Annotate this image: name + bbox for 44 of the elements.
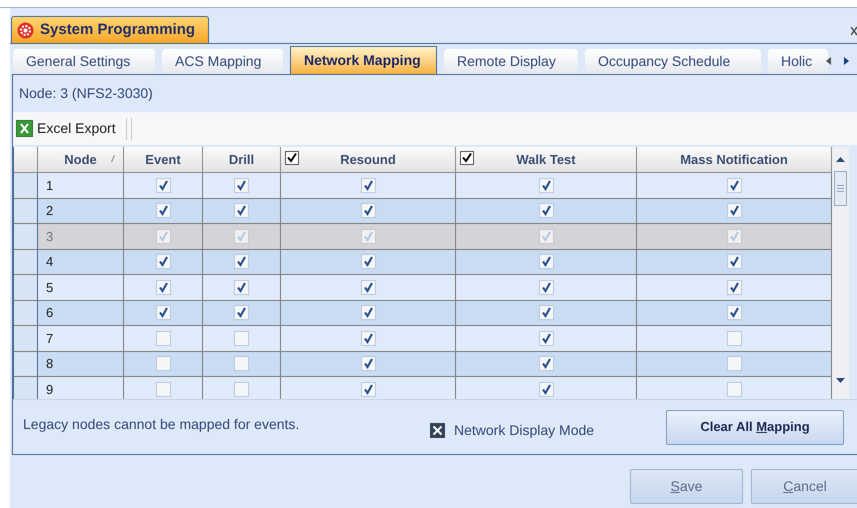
header-checkbox[interactable]	[460, 151, 474, 165]
scrollbar[interactable]	[832, 147, 849, 399]
table-cell: 5	[38, 275, 124, 300]
sort-icon	[111, 155, 115, 162]
table-cell: 7	[38, 326, 124, 352]
scroll-thumb[interactable]	[834, 171, 847, 206]
excel-export-button[interactable]: Excel Export	[16, 116, 116, 140]
table-cell: 2	[38, 198, 124, 224]
checkbox[interactable]	[430, 422, 445, 438]
row-header[interactable]	[14, 173, 38, 198]
row-header[interactable]	[14, 377, 38, 399]
row-header[interactable]	[14, 198, 38, 224]
table-cell: 1	[38, 173, 124, 198]
spreadsheet-icon	[16, 120, 33, 137]
scroll-up-icon[interactable]	[836, 157, 845, 162]
table-cell: 6	[38, 300, 124, 326]
window-title: System Programming	[11, 16, 209, 43]
row-header[interactable]	[14, 300, 38, 326]
row-header[interactable]	[14, 250, 38, 275]
tab[interactable]: Holic	[768, 49, 828, 74]
row-header[interactable]	[14, 352, 38, 377]
gear-icon	[17, 22, 34, 38]
tab[interactable]: General Settings	[13, 49, 155, 74]
table-cell: 4	[38, 250, 124, 275]
legacy-note: Legacy nodes cannot be mapped for events.	[23, 414, 300, 434]
tab[interactable]: ACS Mapping	[162, 49, 283, 74]
table-cell: 8	[38, 352, 124, 377]
tab[interactable]: Network Mapping	[290, 46, 437, 74]
header-checkbox[interactable]	[285, 151, 299, 165]
table-cell: 3	[38, 224, 124, 250]
row-header[interactable]	[14, 275, 38, 300]
close-icon[interactable]	[851, 26, 857, 36]
node-label: Node: 3 (NFS2-3030)	[19, 84, 153, 103]
scroll-right-icon[interactable]	[844, 57, 849, 65]
clear-all-mapping-button[interactable]: Clear All Mapping	[666, 410, 844, 444]
cancel-button[interactable]: Cancel	[751, 469, 857, 504]
tab[interactable]: Occupancy Schedule	[585, 49, 761, 74]
scroll-left-icon[interactable]	[826, 57, 831, 65]
row-header[interactable]	[14, 224, 38, 250]
row-header[interactable]	[14, 326, 38, 352]
save-button[interactable]: Save	[630, 469, 743, 504]
scroll-down-icon[interactable]	[836, 378, 845, 383]
tab[interactable]: Remote Display	[444, 49, 578, 74]
network-display-mode-checkbox[interactable]: Network Display Mode	[430, 420, 666, 440]
